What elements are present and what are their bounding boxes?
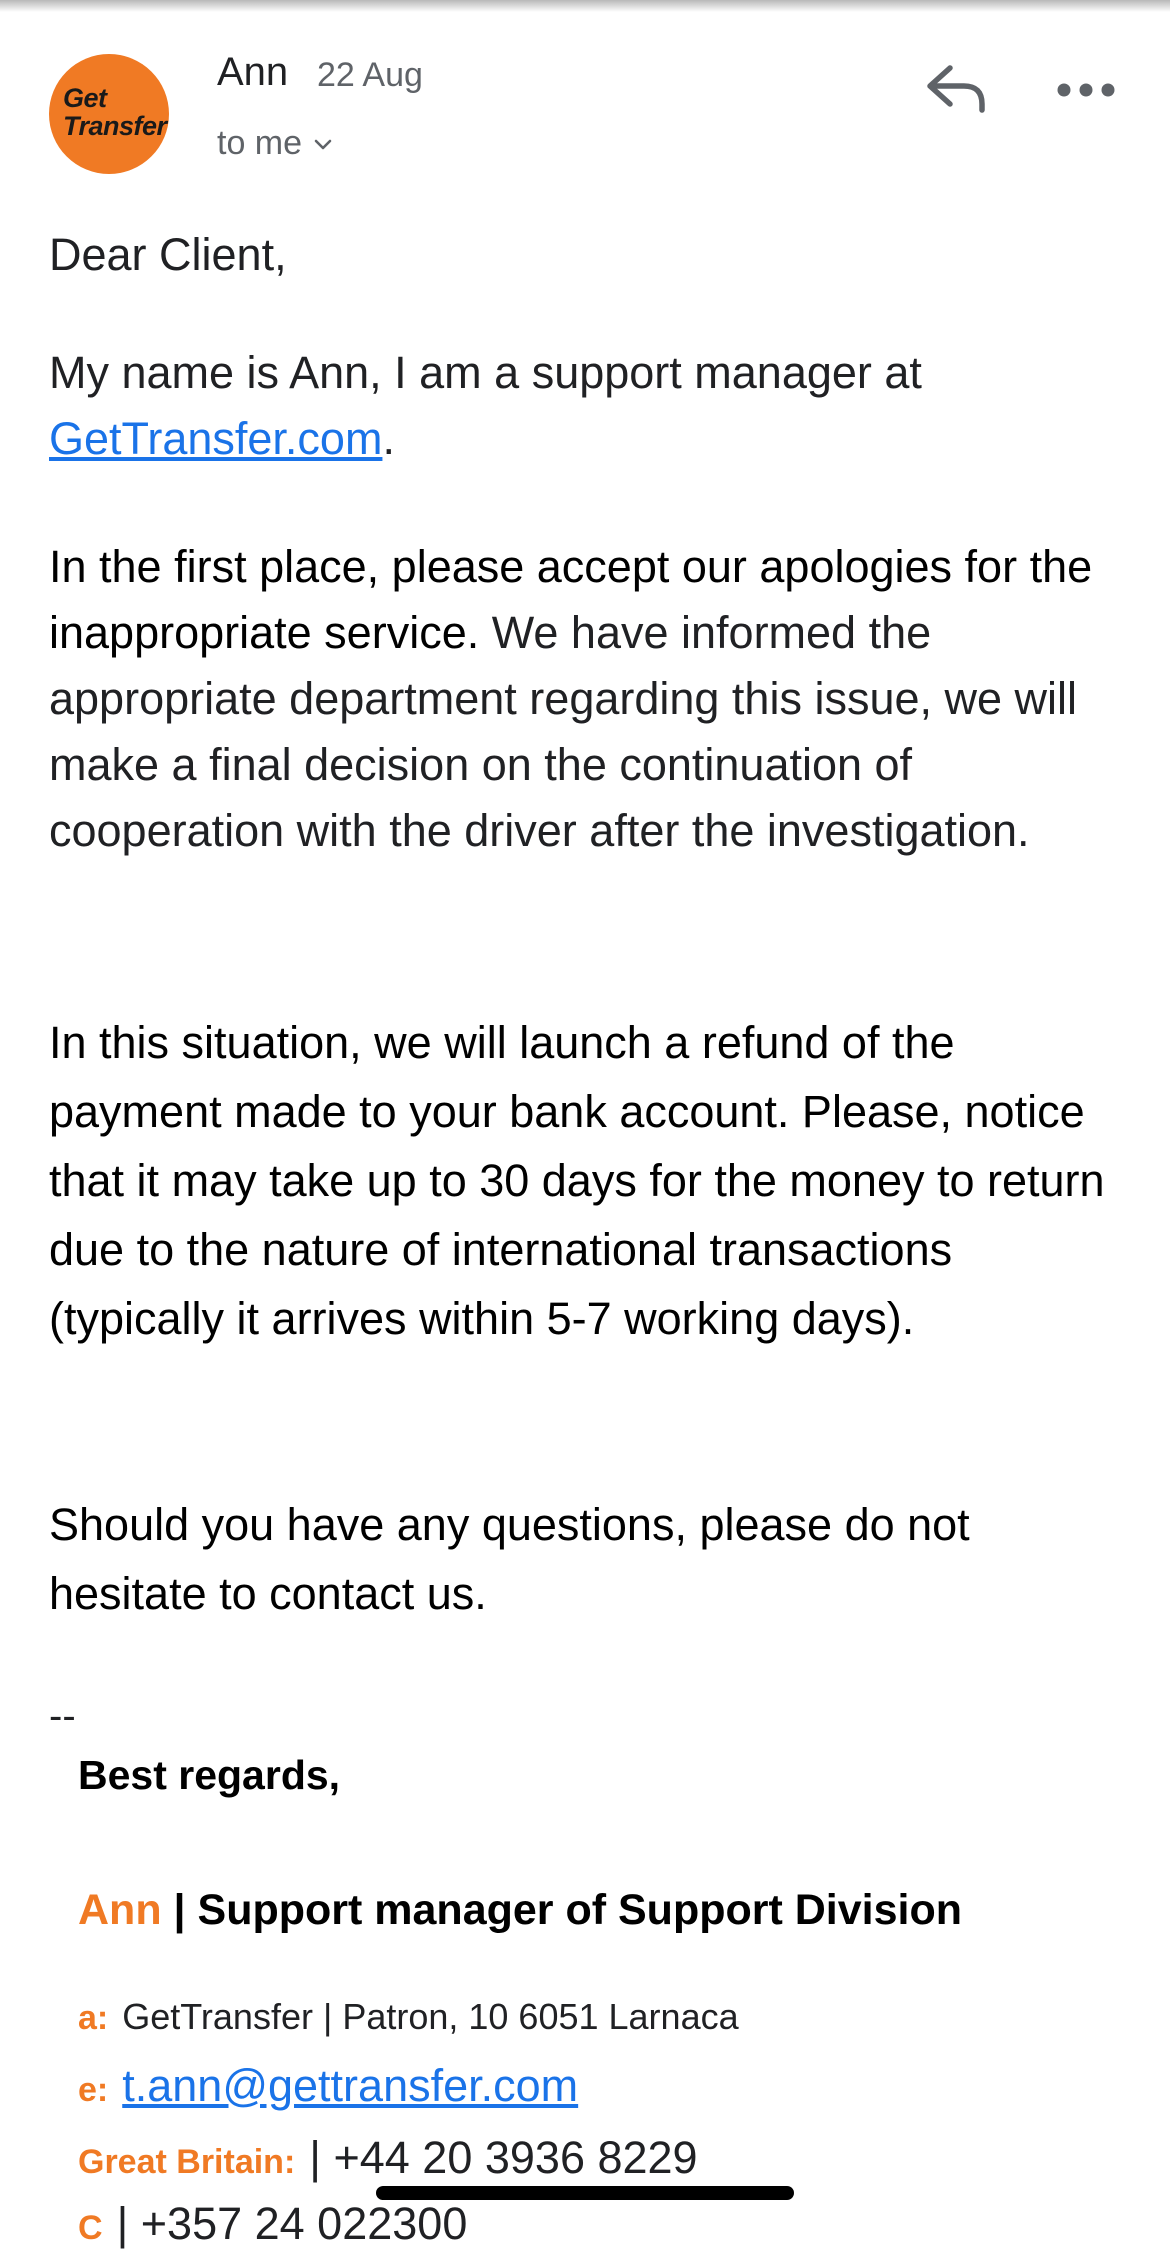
avatar-logo: Get Transfer [55,83,167,141]
address-label: a: [78,1999,109,2037]
recipient-label: to me [217,124,303,162]
signature-separator: -- [49,1694,76,1738]
sender-name[interactable]: Ann [217,50,288,95]
address-row: a: GetTransfer | Patron, 10 6051 Larnaca [78,1996,739,2038]
intro-paragraph: My name is Ann, I am a support manager a… [49,340,1129,472]
intro-text: My name is Ann, I am a support manager a… [49,347,922,398]
phone-gb-separator: | [309,2132,334,2183]
gettransfer-link[interactable]: GetTransfer.com [49,413,382,464]
email-label: e: [78,2071,109,2109]
email-date: 22 Aug [317,56,423,94]
questions-paragraph: Should you have any questions, please do… [49,1499,970,1619]
intro-period: . [382,413,395,464]
refund-paragraph: In this situation, we will launch a refu… [49,1017,1105,1344]
signature-title: Support manager of Support Division [197,1886,962,1934]
phone-next-separator: | [116,2198,141,2249]
greeting: Dear Client, [49,229,287,280]
email-link[interactable]: t.ann@gettransfer.com [122,2060,578,2111]
email-header: Get Transfer Ann 22 Aug to me [0,0,1170,200]
phone-next-number[interactable]: +357 24 022300 [141,2198,468,2249]
address-value: GetTransfer | Patron, 10 6051 Larnaca [122,1996,739,2037]
recipient-toggle[interactable]: to me [217,124,334,163]
phone-next-label: C [78,2209,103,2247]
sender-avatar[interactable]: Get Transfer [49,54,169,174]
signature-name: Ann [78,1886,162,1934]
phone-gb-label: Great Britain: [78,2143,296,2181]
best-regards: Best regards, [78,1752,341,1798]
phone-gb-row: Great Britain: | +44 20 3936 8229 [78,2132,698,2184]
phone-gb-number[interactable]: +44 20 3936 8229 [333,2132,697,2183]
apology-paragraph: In the first place, please accept our ap… [49,534,1129,864]
signature-name-line: Ann | Support manager of Support Divisio… [78,1886,962,1935]
chevron-down-icon [314,139,332,149]
email-row: e: t.ann@gettransfer.com [78,2060,578,2112]
phone-next-row: C | +357 24 022300 [78,2198,467,2250]
more-horizontal-icon[interactable] [1054,66,1118,114]
signature-separator-bar: | [161,1886,198,1934]
reply-icon[interactable] [920,58,990,118]
avatar-line1: Get [63,83,107,113]
avatar-line2: Transfer [63,111,167,141]
